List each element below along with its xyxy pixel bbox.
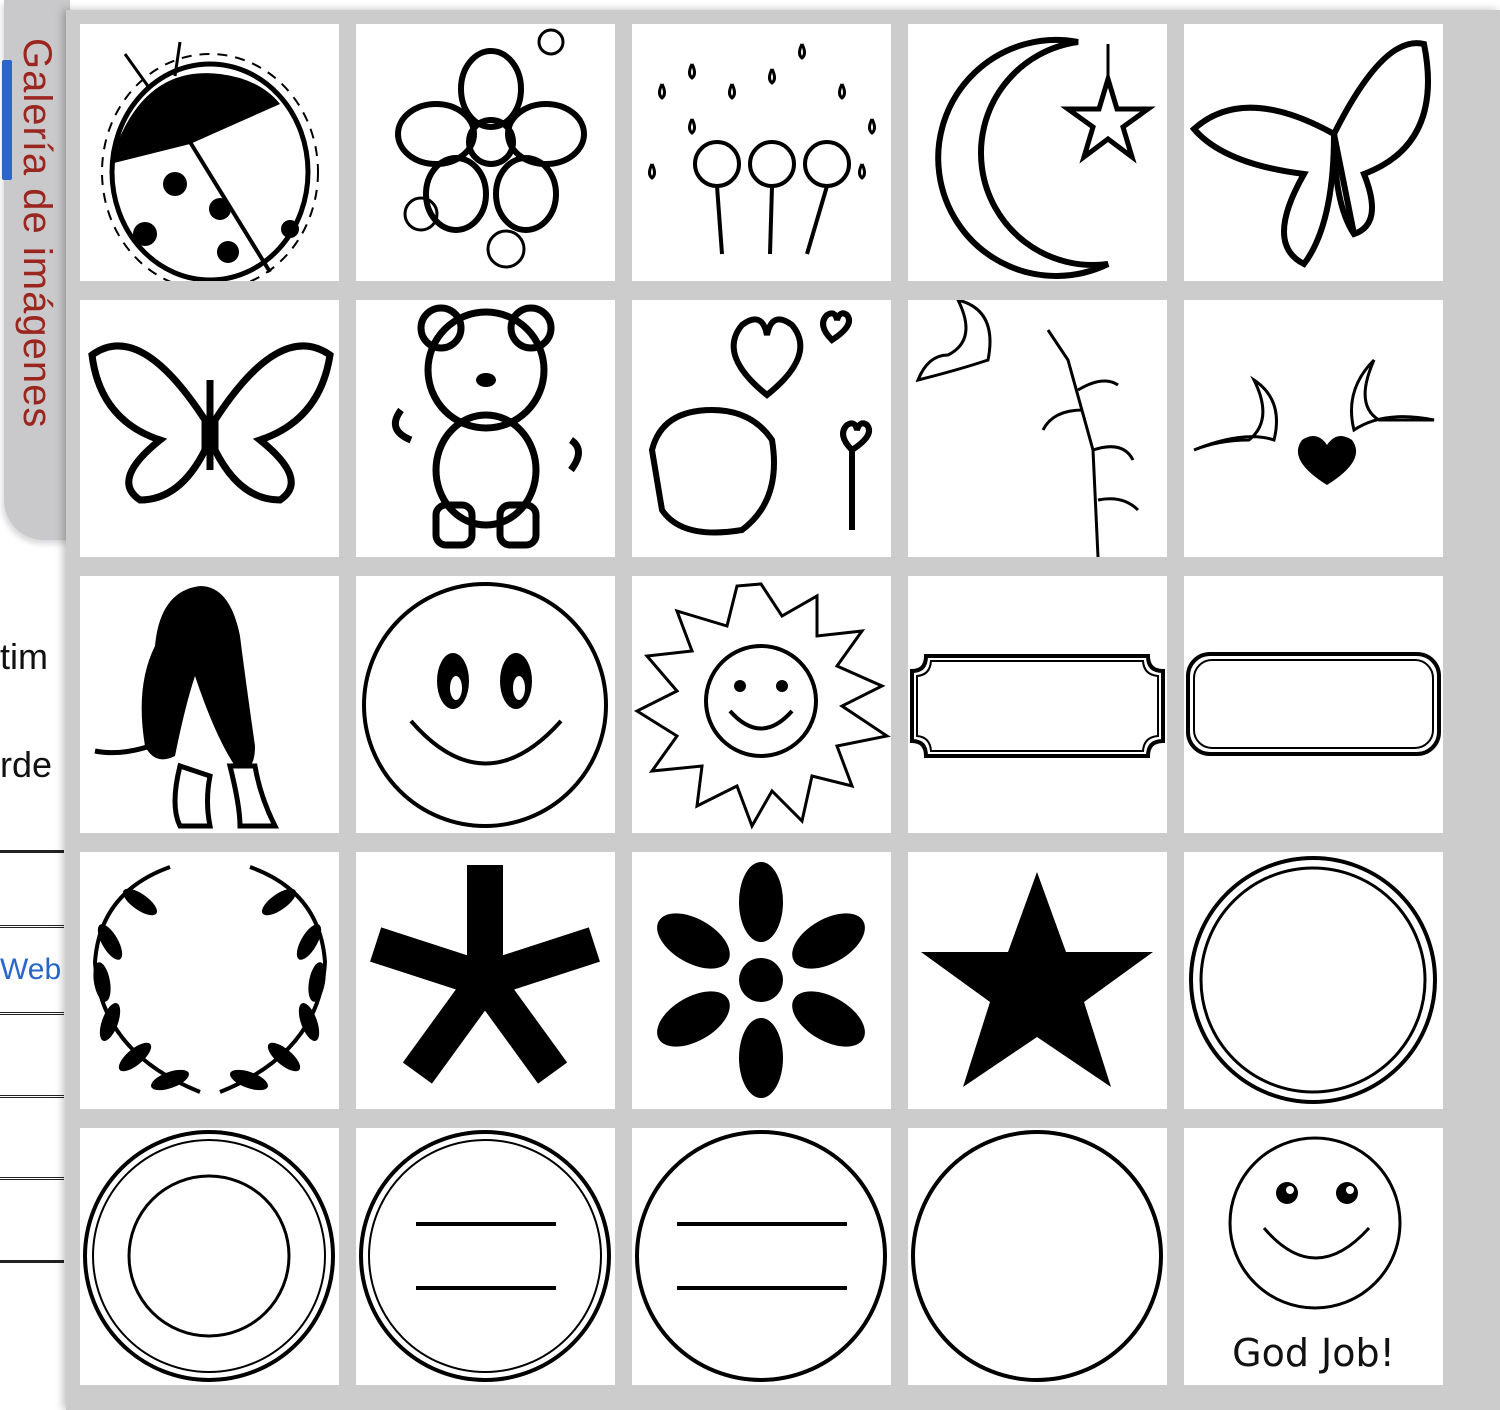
- tab-edge-mark: [2, 60, 12, 180]
- gallery-tile-teddy-bear[interactable]: [356, 300, 615, 557]
- gallery-tile-rounded-label-frame[interactable]: [1184, 576, 1443, 833]
- tile-caption: God Job!: [1232, 1331, 1395, 1375]
- butterfly-icon: [1189, 40, 1431, 268]
- gallery-tile-circle-two-lines-double[interactable]: [356, 1128, 615, 1385]
- gallery-tile-ring-circle[interactable]: [80, 1128, 339, 1385]
- gallery-tile-single-circle[interactable]: [908, 1128, 1167, 1385]
- gallery-tile-smiling-sun[interactable]: [632, 576, 891, 833]
- gallery-tile-asterisk[interactable]: [356, 852, 615, 1109]
- gallery-tile-flower-asterisk[interactable]: [632, 852, 891, 1109]
- gallery-tile-flowers-rain[interactable]: [632, 24, 891, 281]
- gallery-tile-basset-dog[interactable]: [80, 576, 339, 833]
- circle-two-lines-icon: [635, 1130, 887, 1382]
- gallery-tile-notched-label-frame[interactable]: [908, 576, 1167, 833]
- gallery-tile-dove-branch[interactable]: [908, 300, 1167, 557]
- divider: [0, 850, 64, 853]
- gallery-tile-double-circle[interactable]: [1184, 852, 1443, 1109]
- gallery-tile-circle-two-lines[interactable]: [632, 1128, 891, 1385]
- gallery-tile-smiley-stamp[interactable]: God Job!: [1184, 1128, 1443, 1385]
- divider: [0, 1012, 64, 1019]
- gallery-tile-butterfly-outline[interactable]: [80, 300, 339, 557]
- gallery-tile-smiley-face[interactable]: [356, 576, 615, 833]
- butterfly-outline-icon: [88, 342, 334, 504]
- flower-asterisk-icon: [657, 862, 865, 1098]
- circle-two-lines-double-icon: [359, 1130, 611, 1382]
- background-text-fragment: tim: [0, 636, 48, 677]
- divider: [0, 1177, 64, 1184]
- gallery-tile-bear-heart[interactable]: [632, 300, 891, 557]
- divider: [0, 1260, 64, 1263]
- image-gallery-panel: God Job!: [66, 10, 1500, 1410]
- gallery-tab[interactable]: Galería de imágenes: [2, 0, 70, 540]
- moon-star-icon: [935, 37, 1156, 279]
- notched-label-frame-icon: [910, 654, 1165, 758]
- teddy-bear-icon: [391, 304, 582, 549]
- ring-circle-icon: [83, 1130, 335, 1382]
- flower-icon: [395, 28, 587, 269]
- divider: [0, 925, 64, 932]
- laurel-wreath-icon: [92, 865, 328, 1094]
- gallery-tile-flower[interactable]: [356, 24, 615, 281]
- single-circle-icon: [911, 1130, 1163, 1382]
- star-icon: [921, 872, 1153, 1087]
- gallery-tab-label: Galería de imágenes: [15, 38, 59, 429]
- bear-heart-icon: [648, 310, 873, 536]
- smiling-sun-icon: [633, 582, 891, 830]
- divider: [0, 1095, 64, 1102]
- flowers-rain-icon: [648, 43, 876, 255]
- doves-heart-icon: [1193, 358, 1435, 485]
- basset-dog-icon: [94, 586, 280, 829]
- gallery-tile-butterfly[interactable]: [1184, 24, 1443, 281]
- gallery-tile-ladybug[interactable]: [80, 24, 339, 281]
- gallery-tile-laurel-wreath[interactable]: [80, 852, 339, 1109]
- background-link-fragment[interactable]: Web: [0, 953, 61, 987]
- gallery-tile-star[interactable]: [908, 852, 1167, 1109]
- rounded-label-frame-icon: [1186, 652, 1441, 756]
- ladybug-icon: [101, 41, 319, 281]
- background-text-fragment: rde: [0, 744, 53, 785]
- smiley-face-icon: [362, 582, 608, 828]
- asterisk-icon: [370, 865, 600, 1084]
- gallery-tile-doves-heart[interactable]: [1184, 300, 1443, 557]
- gallery-tile-moon-star[interactable]: [908, 24, 1167, 281]
- double-circle-icon: [1189, 856, 1437, 1104]
- dove-branch-icon: [915, 300, 1140, 557]
- image-gallery-grid: God Job!: [80, 24, 1454, 1385]
